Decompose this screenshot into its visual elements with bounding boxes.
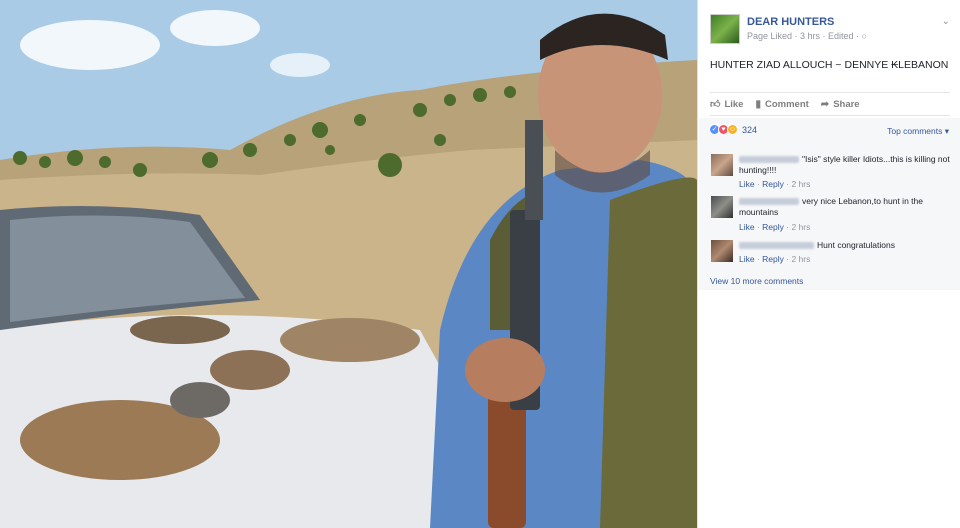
reaction-count: 324 [742,124,758,135]
like-label: Like [724,98,744,110]
comment-meta: Like · Reply · 2 hrs [739,222,811,232]
reactions-summary[interactable]: ✓ ♥ ☺ 324 [709,124,757,135]
comment-reply-link[interactable]: Reply [762,222,784,232]
post-photo[interactable] [0,0,697,528]
post-panel: DEAR HUNTERS Page Liked · 3 hrs · Edited… [697,0,960,528]
comment-icon: ▮ [755,98,761,110]
haha-reaction-icon: ☺ [727,124,738,135]
comment-item: very nice Lebanon,to hunt in the mountai… [711,196,951,232]
comment-button[interactable]: ▮ Comment [755,99,808,110]
page-name[interactable]: DEAR HUNTERS [747,16,834,28]
comment-reply-link[interactable]: Reply [762,254,784,264]
photo-illustration [0,0,697,528]
commenter-name-blurred[interactable] [739,156,799,164]
share-label: Share [833,98,860,110]
commenter-name-blurred[interactable] [739,242,814,250]
like-button[interactable]: 👍︎ Like [710,98,744,111]
comment-item: Hunt congratulations Like · Reply · 2 hr… [711,240,951,270]
comment-time: · 2 hrs [786,222,811,232]
post-text: HUNTER ZIAD ALLOUCH ~ DENNYE ₭LEBANON [710,59,949,71]
comment-meta: Like · Reply · 2 hrs [739,254,811,264]
sort-comments-dropdown[interactable]: Top comments ▾ [887,126,949,137]
comment-time: · 2 hrs [786,179,811,189]
post-meta-text: Page Liked · 3 hrs · Edited · [747,31,862,41]
comment-time: · 2 hrs [786,254,811,264]
commenter-name-blurred[interactable] [739,198,799,206]
view-more-comments-link[interactable]: View 10 more comments [710,276,803,286]
comment-like-link[interactable]: Like [739,222,755,232]
comment-label: Comment [764,98,809,110]
post-meta: Page Liked · 3 hrs · Edited · ○ [747,31,867,41]
commenter-avatar[interactable] [711,240,733,262]
page-header: DEAR HUNTERS Page Liked · 3 hrs · Edited… [710,14,950,46]
comment-item: "Isis" style killer Idiots...this is kil… [711,154,951,190]
comment-like-link[interactable]: Like [739,179,755,189]
commenter-avatar[interactable] [711,196,733,218]
comment-like-link[interactable]: Like [739,254,755,264]
like-icon: 👍︎ [710,99,721,110]
comment-reply-link[interactable]: Reply [762,179,784,189]
post-actions: 👍︎ Like ▮ Comment ➦ Share [710,92,950,116]
commenter-avatar[interactable] [711,154,733,176]
share-button[interactable]: ➦ Share [821,99,860,110]
comment-meta: Like · Reply · 2 hrs [739,179,811,189]
comment-text: Hunt congratulations [817,240,895,250]
comments-section: ✓ ♥ ☺ 324 Top comments ▾ "Isis" style ki… [699,118,960,290]
share-icon: ➦ [820,98,830,110]
comment-body: Hunt congratulations [739,240,951,251]
comment-body: "Isis" style killer Idiots...this is kil… [739,154,951,176]
globe-icon: ○ [861,31,867,41]
page-avatar[interactable] [710,14,740,44]
chevron-down-icon[interactable]: ⌄ [942,16,950,27]
comment-body: very nice Lebanon,to hunt in the mountai… [739,196,951,218]
